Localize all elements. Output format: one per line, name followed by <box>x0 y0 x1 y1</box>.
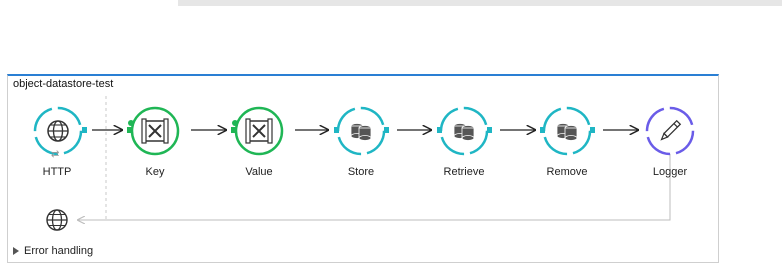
http-port-out[interactable] <box>82 127 87 133</box>
store-node[interactable] <box>336 106 386 156</box>
node-label-remove: Remove <box>546 166 588 178</box>
node-label-store: Store <box>347 166 375 178</box>
value-node[interactable] <box>234 106 284 156</box>
http-response-node[interactable] <box>45 208 69 232</box>
pencil-icon <box>645 106 695 156</box>
error-handling-label: Error handling <box>24 245 94 257</box>
remove-port-in[interactable] <box>540 127 545 133</box>
transformer-icon <box>130 106 180 156</box>
http-swap-icon: ⇄ <box>51 149 60 160</box>
retrieve-port-in[interactable] <box>437 127 442 133</box>
return-path <box>78 153 671 220</box>
value-port-in[interactable] <box>231 127 236 133</box>
node-label-logger: Logger <box>652 166 688 178</box>
database-icon <box>439 106 489 156</box>
node-label-http: HTTP <box>42 166 72 178</box>
value-status-dot <box>232 120 238 126</box>
database-icon <box>542 106 592 156</box>
store-port-in[interactable] <box>334 127 339 133</box>
key-status-dot <box>128 120 134 126</box>
globe-icon <box>46 209 68 231</box>
retrieve-node[interactable] <box>439 106 489 156</box>
expand-triangle-icon <box>13 247 19 255</box>
node-label-value: Value <box>245 166 273 178</box>
database-icon <box>336 106 386 156</box>
key-node[interactable] <box>130 106 180 156</box>
key-port-in[interactable] <box>127 127 132 133</box>
transformer-icon <box>234 106 284 156</box>
node-label-key: Key <box>145 166 165 178</box>
remove-node[interactable] <box>542 106 592 156</box>
remove-port-out[interactable] <box>590 127 595 133</box>
error-handling-toggle[interactable]: Error handling <box>13 245 93 257</box>
retrieve-port-out[interactable] <box>487 127 492 133</box>
logger-node[interactable] <box>645 106 695 156</box>
node-label-retrieve: Retrieve <box>443 166 485 178</box>
store-port-out[interactable] <box>384 127 389 133</box>
